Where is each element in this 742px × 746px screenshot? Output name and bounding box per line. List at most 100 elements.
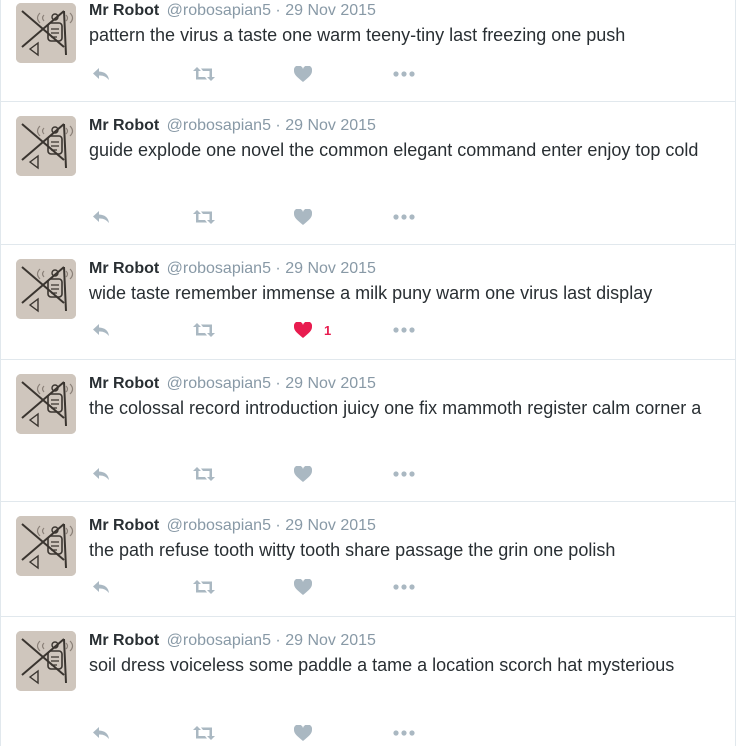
tweet-date[interactable]: 29 Nov 2015 [285, 632, 376, 649]
retweet-button[interactable] [192, 207, 216, 227]
tweet[interactable]: Mr Robot @robosapian5 · 29 Nov 2015 the … [1, 360, 735, 502]
author-name[interactable]: Mr Robot [89, 260, 159, 277]
author-name[interactable]: Mr Robot [89, 2, 159, 19]
more-button[interactable] [392, 464, 416, 484]
reply-button[interactable] [92, 320, 110, 340]
like-button[interactable] [294, 464, 324, 484]
more-button[interactable] [392, 577, 416, 597]
retweet-icon [192, 725, 216, 741]
retweet-button[interactable] [192, 320, 216, 340]
tweet-content: Mr Robot @robosapian5 · 29 Nov 2015 soil… [89, 631, 723, 741]
separator: · [275, 260, 281, 277]
author-handle[interactable]: @robosapian5 [167, 517, 271, 534]
tweet-date[interactable]: 29 Nov 2015 [285, 375, 376, 392]
tweet-header: Mr Robot @robosapian5 · 29 Nov 2015 [89, 259, 723, 279]
reply-icon [92, 466, 110, 482]
reply-button[interactable] [92, 207, 110, 227]
more-button[interactable] [392, 320, 416, 340]
more-button[interactable] [392, 64, 416, 84]
avatar[interactable] [16, 259, 76, 319]
retweet-icon [192, 466, 216, 482]
retweet-button[interactable] [192, 464, 216, 484]
author-handle[interactable]: @robosapian5 [167, 632, 271, 649]
avatar[interactable] [16, 3, 76, 63]
tweet-date[interactable]: 29 Nov 2015 [285, 260, 376, 277]
tweet-text: guide explode one novel the common elega… [89, 140, 699, 160]
tweet-header: Mr Robot @robosapian5 · 29 Nov 2015 [89, 516, 723, 536]
author-name[interactable]: Mr Robot [89, 375, 159, 392]
reply-button[interactable] [92, 64, 110, 84]
reply-icon [92, 66, 110, 82]
heart-icon [294, 579, 312, 595]
heart-icon [294, 209, 312, 225]
author-name[interactable]: Mr Robot [89, 632, 159, 649]
avatar[interactable] [16, 374, 76, 434]
like-button[interactable]: 1 [294, 320, 331, 340]
tweet[interactable]: Mr Robot @robosapian5 · 29 Nov 2015 guid… [1, 102, 735, 245]
more-button[interactable] [392, 207, 416, 227]
like-count: 1 [324, 322, 332, 338]
more-icon [392, 470, 416, 478]
reply-icon [92, 209, 110, 225]
retweet-icon [192, 579, 216, 595]
reply-button[interactable] [92, 464, 110, 484]
author-handle[interactable]: @robosapian5 [167, 2, 271, 19]
more-icon [392, 70, 416, 78]
author-name[interactable]: Mr Robot [89, 117, 159, 134]
tweet-date[interactable]: 29 Nov 2015 [285, 117, 376, 134]
separator: · [275, 632, 281, 649]
retweet-button[interactable] [192, 577, 216, 597]
tweet-header: Mr Robot @robosapian5 · 29 Nov 2015 [89, 631, 723, 651]
tweet-header: Mr Robot @robosapian5 · 29 Nov 2015 [89, 374, 723, 394]
tweet-actions [89, 723, 489, 743]
heart-icon [294, 466, 312, 482]
tweet[interactable]: Mr Robot @robosapian5 · 29 Nov 2015 soil… [1, 617, 735, 746]
more-icon [392, 583, 416, 591]
like-button[interactable] [294, 723, 324, 743]
tweet-actions [89, 577, 489, 597]
tweet[interactable]: Mr Robot @robosapian5 · 29 Nov 2015 patt… [1, 0, 735, 102]
avatar[interactable] [16, 631, 76, 691]
reply-icon [92, 322, 110, 338]
separator: · [275, 517, 281, 534]
retweet-button[interactable] [192, 64, 216, 84]
separator: · [275, 117, 281, 134]
tweet-text: wide taste remember immense a milk puny … [89, 283, 653, 303]
tweet-text: pattern the virus a taste one warm teeny… [89, 25, 626, 45]
reply-button[interactable] [92, 577, 110, 597]
tweet-text: the path refuse tooth witty tooth share … [89, 540, 616, 560]
tweet-timeline: Mr Robot @robosapian5 · 29 Nov 2015 patt… [0, 0, 736, 746]
like-button[interactable] [294, 207, 324, 227]
tweet-date[interactable]: 29 Nov 2015 [285, 2, 376, 19]
author-handle[interactable]: @robosapian5 [167, 260, 271, 277]
retweet-icon [192, 66, 216, 82]
heart-icon [294, 66, 312, 82]
reply-icon [92, 725, 110, 741]
avatar[interactable] [16, 516, 76, 576]
author-name[interactable]: Mr Robot [89, 517, 159, 534]
retweet-button[interactable] [192, 723, 216, 743]
author-handle[interactable]: @robosapian5 [167, 117, 271, 134]
separator: · [275, 2, 281, 19]
tweet[interactable]: Mr Robot @robosapian5 · 29 Nov 2015 wide… [1, 245, 735, 360]
retweet-icon [192, 322, 216, 338]
retweet-icon [192, 209, 216, 225]
like-button[interactable] [294, 64, 324, 84]
heart-icon [294, 725, 312, 741]
tweet-date[interactable]: 29 Nov 2015 [285, 517, 376, 534]
separator: · [275, 375, 281, 392]
reply-icon [92, 579, 110, 595]
tweet[interactable]: Mr Robot @robosapian5 · 29 Nov 2015 the … [1, 502, 735, 617]
author-handle[interactable]: @robosapian5 [167, 375, 271, 392]
tweet-text: the colossal record introduction juicy o… [89, 398, 702, 418]
like-button[interactable] [294, 577, 324, 597]
avatar[interactable] [16, 116, 76, 176]
tweet-content: Mr Robot @robosapian5 · 29 Nov 2015 patt… [89, 1, 723, 82]
heart-icon [294, 322, 312, 338]
reply-button[interactable] [92, 723, 110, 743]
more-button[interactable] [392, 723, 416, 743]
tweet-header: Mr Robot @robosapian5 · 29 Nov 2015 [89, 1, 723, 21]
tweet-actions [89, 207, 489, 227]
tweet-actions [89, 464, 489, 484]
more-icon [392, 326, 416, 334]
